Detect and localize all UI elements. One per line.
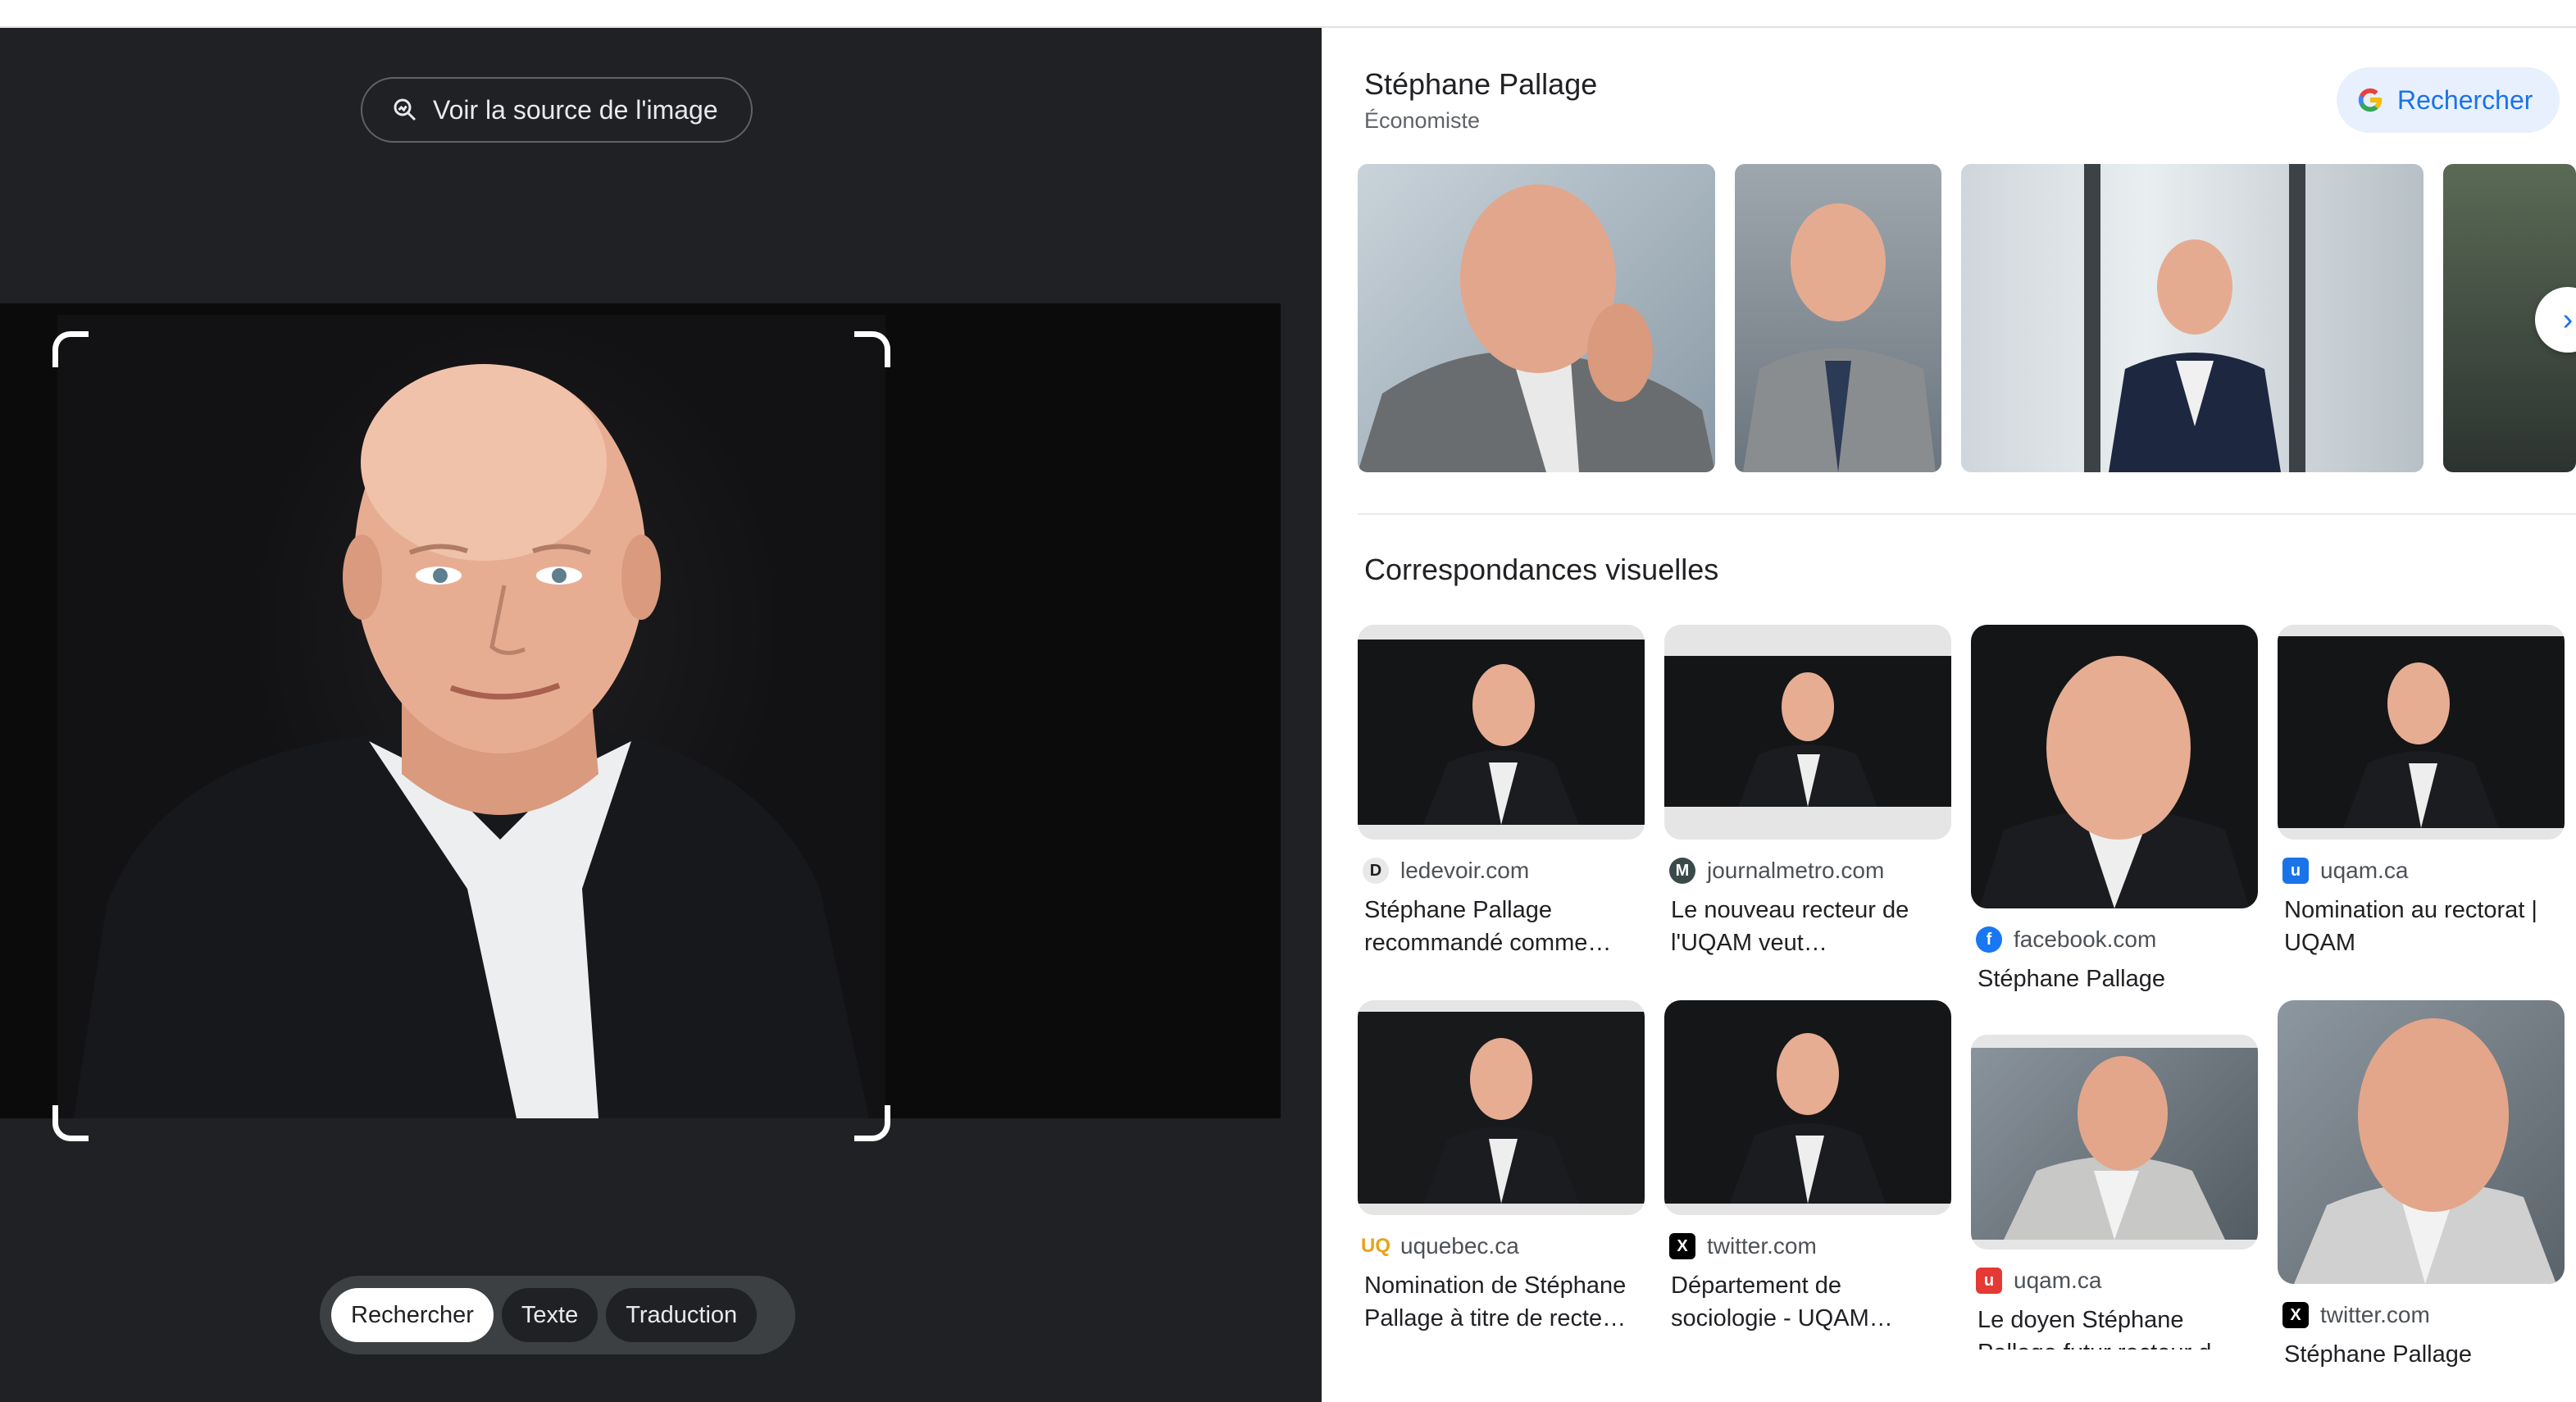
ledevoir-favicon-icon: D — [1363, 858, 1389, 884]
visual-match-source[interactable]: D ledevoir.com — [1358, 858, 1645, 884]
visual-match-source-label: twitter.com — [2320, 1302, 2430, 1327]
visual-match-source-label: journalmetro.com — [1707, 858, 1885, 883]
image-search-icon — [394, 98, 416, 121]
visual-match-thumbnail[interactable] — [2278, 1000, 2565, 1284]
visual-match-source[interactable]: f facebook.com — [1971, 926, 2258, 953]
gallery-photo — [2084, 164, 2305, 472]
match-photo — [2294, 1018, 2556, 1284]
visual-match-card[interactable]: X twitter.com Département de sociologie … — [1664, 1000, 1951, 1335]
visual-match-source-label: uqam.ca — [2320, 858, 2409, 883]
visual-match-title[interactable]: Nomination de Stéphane Pallage à titre d… — [1358, 1269, 1645, 1335]
gallery-photo — [1358, 184, 1715, 472]
uqam-favicon-icon: u — [1976, 1268, 2002, 1294]
match-photo — [1730, 1033, 1886, 1204]
entity-subtitle: Économiste — [1364, 108, 1481, 133]
query-image-stage — [0, 303, 1281, 1118]
query-image[interactable] — [57, 315, 885, 1118]
entity-gallery-image[interactable] — [1961, 164, 2424, 472]
visual-match-card[interactable]: u uqam.ca Nomination au rectorat | UQAM — [2278, 625, 2565, 959]
crop-handle-bottom-right[interactable] — [854, 1105, 890, 1141]
facebook-favicon-icon: f — [1976, 926, 2002, 953]
image-viewer: Voir la source de l'image Rechercher Tex… — [0, 28, 1322, 1402]
mode-text-tab[interactable]: Texte — [501, 1288, 598, 1342]
search-entity-button[interactable]: Rechercher — [2337, 67, 2560, 133]
view-image-source-button[interactable]: Voir la source de l'image — [361, 77, 753, 143]
visual-match-source[interactable]: M journalmetro.com — [1664, 858, 1951, 884]
visual-match-source-label: twitter.com — [1707, 1233, 1817, 1259]
google-g-icon — [2358, 88, 2383, 112]
visual-match-thumbnail[interactable] — [1971, 625, 2258, 908]
visual-match-thumbnail[interactable] — [1664, 1000, 1951, 1215]
visual-match-thumbnail[interactable] — [1971, 1035, 2258, 1250]
visual-match-title[interactable]: Département de sociologie - UQAM… — [1664, 1269, 1951, 1335]
visual-match-title[interactable]: Le doyen Stéphane Pallage futur recteur … — [1971, 1304, 2258, 1350]
mode-switcher: Rechercher Texte Traduction — [320, 1276, 795, 1354]
crop-handle-bottom-left[interactable] — [52, 1105, 89, 1141]
x-twitter-favicon-icon: X — [2282, 1302, 2309, 1328]
visual-match-title[interactable]: Stéphane Pallage recommandé comme… — [1358, 894, 1645, 959]
visual-match-source-label: uquebec.ca — [1400, 1233, 1519, 1259]
visual-match-thumbnail[interactable] — [1358, 1000, 1645, 1215]
match-photo — [1738, 672, 1877, 807]
mode-translation-tab[interactable]: Traduction — [606, 1288, 758, 1342]
visual-match-thumbnail[interactable] — [1358, 625, 1645, 840]
visual-match-thumbnail[interactable] — [1664, 625, 1951, 840]
results-panel: Stéphane Pallage Économiste Rechercher ›… — [1322, 28, 2576, 1402]
journalmetro-favicon-icon: M — [1669, 858, 1695, 884]
visual-match-source-label: facebook.com — [2014, 926, 2157, 952]
top-bar — [0, 0, 2576, 28]
match-photo — [2004, 1056, 2225, 1240]
match-photo — [1979, 656, 2250, 908]
visual-match-title[interactable]: Stéphane Pallage — [2278, 1338, 2565, 1368]
visual-match-source-label: uqam.ca — [2014, 1268, 2102, 1293]
visual-match-card[interactable]: D ledevoir.com Stéphane Pallage recomman… — [1358, 625, 1645, 959]
entity-gallery-image[interactable] — [1735, 164, 1941, 472]
visual-match-source[interactable]: X twitter.com — [1664, 1233, 1951, 1259]
chevron-right-icon: › — [2562, 302, 2574, 337]
visual-match-title[interactable]: Stéphane Pallage — [1971, 963, 2258, 995]
section-divider — [1358, 513, 2576, 515]
visual-match-title[interactable]: Le nouveau recteur de l'UQAM veut… — [1664, 894, 1951, 959]
match-photo — [2343, 662, 2499, 828]
portrait-illustration — [74, 364, 869, 1118]
entity-name[interactable]: Stéphane Pallage — [1364, 67, 1597, 102]
match-photo — [1423, 664, 1579, 825]
entity-gallery-image[interactable] — [1358, 164, 1715, 472]
visual-match-card[interactable]: f facebook.com Stéphane Pallage — [1971, 625, 2258, 995]
x-twitter-favicon-icon: X — [1669, 1233, 1695, 1259]
visual-match-source[interactable]: u uqam.ca — [2278, 858, 2565, 884]
view-image-source-label: Voir la source de l'image — [433, 94, 718, 125]
visual-match-source[interactable]: UQ uquebec.ca — [1358, 1233, 1645, 1259]
mode-search-tab[interactable]: Rechercher — [331, 1288, 494, 1342]
visual-match-source-label: ledevoir.com — [1400, 858, 1530, 883]
visual-match-card[interactable]: M journalmetro.com Le nouveau recteur de… — [1664, 625, 1951, 959]
visual-match-source[interactable]: X twitter.com — [2278, 1302, 2565, 1328]
visual-matches-title: Correspondances visuelles — [1364, 553, 1719, 586]
visual-match-source[interactable]: u uqam.ca — [1971, 1268, 2258, 1294]
visual-match-card[interactable]: UQ uquebec.ca Nomination de Stéphane Pal… — [1358, 1000, 1645, 1335]
visual-match-card[interactable]: X twitter.com Stéphane Pallage — [2278, 1000, 2565, 1368]
uquebec-favicon-icon: UQ — [1361, 1233, 1390, 1259]
match-photo — [1423, 1038, 1579, 1204]
gallery-photo — [1743, 203, 1936, 472]
uqam-favicon-icon: u — [2282, 858, 2309, 884]
search-entity-label: Rechercher — [2397, 84, 2533, 115]
crop-handle-top-right[interactable] — [854, 331, 890, 367]
visual-match-title[interactable]: Nomination au rectorat | UQAM — [2278, 894, 2565, 959]
visual-match-card[interactable]: u uqam.ca Le doyen Stéphane Pallage futu… — [1971, 1035, 2258, 1350]
crop-handle-top-left[interactable] — [52, 331, 89, 367]
visual-match-thumbnail[interactable] — [2278, 625, 2565, 840]
